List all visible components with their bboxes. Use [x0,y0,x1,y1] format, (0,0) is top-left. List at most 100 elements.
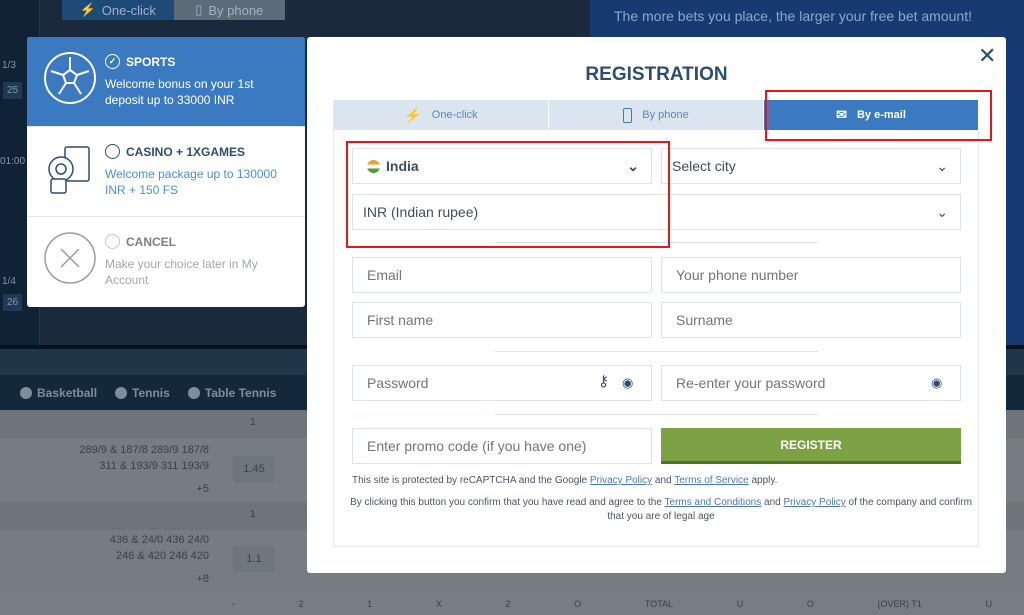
more-markets[interactable]: +5 [196,481,209,497]
email-input[interactable] [352,257,652,293]
recaptcha-notice: This site is protected by reCAPTCHA and … [352,474,777,488]
col-header: - [231,598,235,609]
col-header: 2 [505,598,511,609]
chevron-down-icon: ⌄ [936,204,948,220]
promo-code-input[interactable] [352,428,652,464]
bonus-desc: Welcome package up to 130000 INR + 150 F… [105,167,277,197]
col-header: (OVER) T1 [877,598,922,609]
bonus-desc: Make your choice later in My Account [105,257,258,287]
col-header: 1 [250,417,256,428]
cancel-x-icon [44,232,96,284]
privacy-policy-link[interactable]: Privacy Policy [783,497,845,508]
bonus-title: CANCEL [105,234,176,249]
privacy-policy-link[interactable]: Privacy Policy [590,475,652,486]
bonus-option-casino[interactable]: CASINO + 1XGAMES Welcome package up to 1… [27,127,305,217]
odd-button[interactable]: 1.45 [233,456,275,482]
score-line: 436 & 24/0 436 24/0 [109,534,209,546]
bonus-title: ✓ SPORTS [105,54,175,69]
phone-icon [623,107,633,123]
bg-tab-label: One-click [101,2,156,18]
score-line: 311 & 193/9 311 193/9 [99,460,209,472]
phone-input[interactable] [661,257,961,293]
city-select[interactable]: Select city ⌄ [661,148,961,184]
chevron-down-icon: ⌄ [936,158,948,174]
left-value: 01:00 [0,156,26,167]
sport-label: Table Tennis [204,385,277,400]
col-header: X [435,598,442,609]
text: and [761,497,784,508]
bonus-chooser: ✓ SPORTS Welcome bonus on your 1st deposi… [27,37,305,307]
col-header: O [806,598,814,609]
table-tennis-icon [187,386,200,399]
surname-input[interactable] [661,302,961,338]
tab-label: By phone [642,109,689,121]
tab-label: One-click [431,109,478,121]
background-tabs: ⚡ One-click ▯ By phone [62,0,285,20]
divider [495,351,818,352]
radio-icon[interactable] [105,234,120,249]
text: By clicking this button you confirm that… [350,497,665,508]
repassword-input[interactable] [661,365,961,401]
radio-icon[interactable] [105,144,120,159]
bg-tab-label: By phone [208,2,264,18]
col-header: U [736,598,744,609]
key-icon[interactable]: ⚷ [598,372,609,390]
bg-tab-by-phone: ▯ By phone [173,0,285,20]
register-button[interactable]: REGISTER [661,428,961,464]
bonus-option-sports[interactable]: ✓ SPORTS Welcome bonus on your 1st deposi… [27,37,305,127]
odd-button[interactable]: 1.1 [233,546,275,572]
casino-chips-cards-dice-icon [48,146,90,194]
soccer-ball-icon [44,52,96,104]
lightning-icon: ⚡ [404,106,422,123]
score-line: 289/9 & 187/8 289/9 187/8 [79,444,209,456]
bonus-title-text: CANCEL [126,234,176,249]
bottom-row-left [0,592,200,615]
text: This site is protected by reCAPTCHA and … [352,475,590,486]
sport-table-tennis[interactable]: Table Tennis [187,385,277,400]
tab-by-phone[interactable]: By phone [549,100,764,130]
text: and [652,475,675,486]
col-header: U [985,598,993,609]
modal-title: REGISTRATION [585,64,728,85]
city-placeholder: Select city [672,158,736,174]
bottom-header-row: - 2 1 X 2 O TOTAL U O (OVER) T1 U [200,592,1024,615]
sport-tennis[interactable]: Tennis [115,386,170,400]
tennis-ball-icon [115,386,128,399]
eye-hidden-icon[interactable]: ◉ [622,375,633,391]
eye-hidden-icon[interactable]: ◉ [931,375,942,391]
score-line: 246 & 420 246 420 [116,550,209,562]
highlight-box-country-currency [346,141,670,248]
left-value: 1/4 [2,276,16,287]
phone-icon: ▯ [195,2,203,17]
consent-notice: By clicking this button you confirm that… [350,496,972,524]
divider [495,414,818,415]
sport-label: Tennis [132,385,170,400]
bonus-desc: Welcome bonus on your 1st deposit up to … [105,77,254,107]
left-value: 26 [3,294,23,311]
sport-basketball[interactable]: Basketball [20,386,97,400]
bonus-title-text: SPORTS [126,54,176,69]
bonus-option-cancel[interactable]: CANCEL Make your choice later in My Acco… [27,217,305,307]
left-value: 1/3 [2,60,16,71]
terms-conditions-link[interactable]: Terms and Conditions [665,497,762,508]
banner-text: The more bets you place, the larger your… [614,8,972,24]
first-name-input[interactable] [352,302,652,338]
check-circle-icon[interactable]: ✓ [105,54,120,69]
col-header: 2 [298,598,304,609]
sport-label: Basketball [37,385,98,400]
col-header: 1 [250,509,256,520]
left-value: 25 [3,82,23,99]
lightning-icon: ⚡ [79,2,96,17]
text: apply. [748,475,778,486]
col-header: O [574,598,582,609]
basketball-icon [20,386,32,399]
more-markets[interactable]: +8 [196,571,209,587]
highlight-box-email-tab [765,90,992,141]
bg-tab-one-click: ⚡ One-click [62,0,174,20]
bonus-title: CASINO + 1XGAMES [105,144,245,159]
col-header: TOTAL [644,598,674,609]
terms-of-service-link[interactable]: Terms of Service [674,475,748,486]
bonus-title-text: CASINO + 1XGAMES [126,144,246,159]
tab-one-click[interactable]: ⚡ One-click [334,100,549,130]
col-header: 1 [367,598,373,609]
